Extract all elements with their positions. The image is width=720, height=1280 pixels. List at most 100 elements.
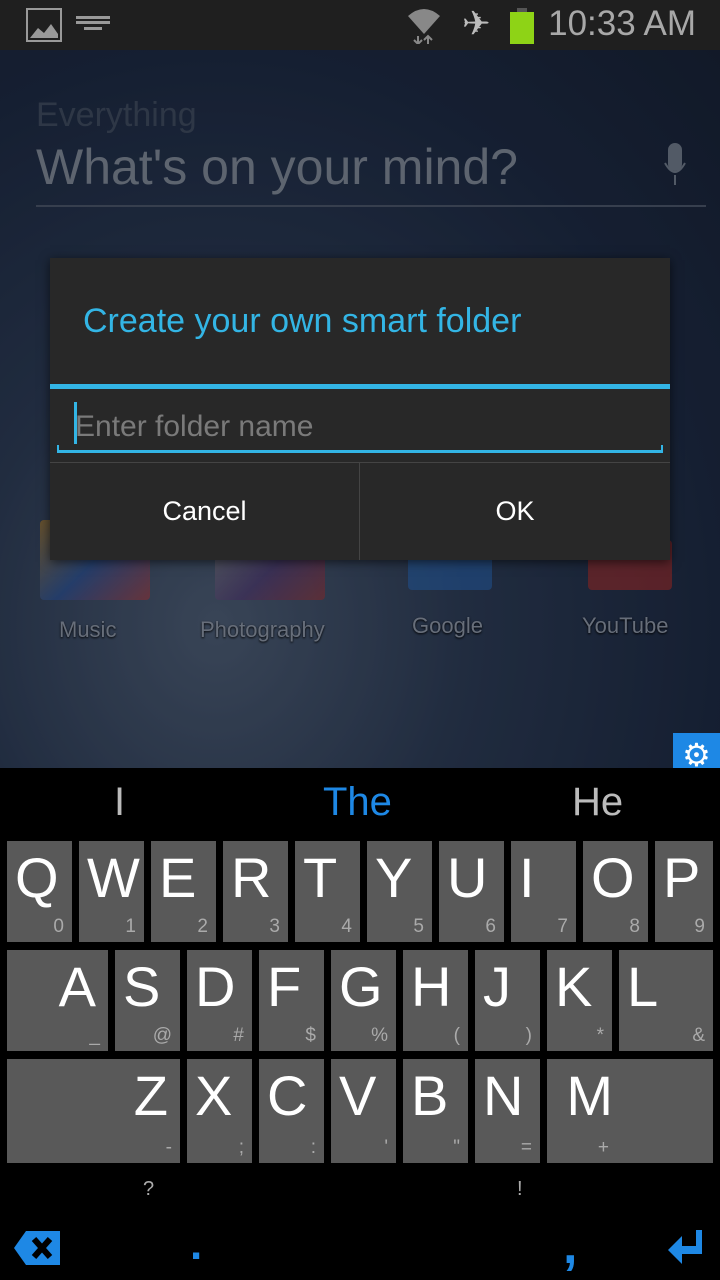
key-label: T bbox=[303, 846, 338, 909]
key-alt-label: ) bbox=[525, 1025, 532, 1046]
key-r[interactable]: R3 bbox=[223, 841, 288, 942]
key-o[interactable]: O8 bbox=[583, 841, 648, 942]
key-label: M bbox=[566, 1064, 613, 1127]
key-alt-label: + bbox=[597, 1137, 609, 1158]
suggestion-he[interactable]: He bbox=[572, 780, 623, 825]
key-label: U bbox=[447, 846, 488, 909]
key-c[interactable]: C: bbox=[259, 1059, 324, 1163]
key-t[interactable]: T4 bbox=[295, 841, 360, 942]
key-p[interactable]: P9 bbox=[655, 841, 713, 942]
suggestion-i[interactable]: I bbox=[114, 780, 125, 825]
key-alt-label: 0 bbox=[53, 916, 64, 937]
key-alt-label: = bbox=[520, 1137, 532, 1158]
key-alt-label: - bbox=[165, 1137, 172, 1158]
key-g[interactable]: G% bbox=[331, 950, 396, 1051]
keyboard: I The He Q 0 W 1 E 2 R 3 T 4 Y 5 U 6 I 7 O 8 P 9 A _ S @ D # F $ G% H… bbox=[0, 768, 720, 1280]
wifi-icon bbox=[408, 9, 440, 44]
hint-exclamation: ! bbox=[517, 1178, 523, 1200]
key-alt-label: $ bbox=[305, 1025, 316, 1046]
title-divider bbox=[50, 384, 670, 389]
key-label: K bbox=[555, 955, 593, 1018]
dialog-title: Create your own smart folder bbox=[83, 302, 522, 340]
key-alt-label: 7 bbox=[557, 916, 568, 937]
key-v[interactable]: V ' bbox=[331, 1059, 396, 1163]
key-alt-label: 2 bbox=[197, 916, 208, 937]
key-k[interactable]: K * bbox=[547, 950, 612, 1051]
key-label: O bbox=[591, 846, 635, 909]
key-j[interactable]: J) bbox=[475, 950, 540, 1051]
enter-icon[interactable] bbox=[668, 1230, 704, 1264]
key-a[interactable]: A _ bbox=[7, 950, 108, 1051]
cancel-button[interactable]: Cancel bbox=[50, 463, 359, 560]
key-label: F bbox=[267, 955, 302, 1018]
input-underline bbox=[57, 450, 663, 453]
key-label: E bbox=[159, 846, 197, 909]
key-alt-label: : bbox=[310, 1137, 316, 1158]
key-alt-label: ( bbox=[453, 1025, 460, 1046]
key-label: G bbox=[339, 955, 383, 1018]
key-alt-label: 6 bbox=[485, 916, 496, 937]
key-alt-label: ' bbox=[384, 1137, 388, 1158]
key-label: D bbox=[195, 955, 236, 1018]
key-alt-label: & bbox=[692, 1025, 705, 1046]
key-label: X bbox=[195, 1064, 233, 1127]
key-alt-label: _ bbox=[89, 1025, 100, 1046]
folder-name-placeholder: Enter folder name bbox=[75, 410, 314, 443]
key-m[interactable]: M + bbox=[547, 1059, 713, 1163]
key-b[interactable]: B " bbox=[403, 1059, 468, 1163]
key-z[interactable]: Z- bbox=[7, 1059, 180, 1163]
key-label: J bbox=[483, 955, 511, 1018]
comma-key[interactable]: , bbox=[563, 1216, 577, 1276]
key-alt-label: ; bbox=[238, 1137, 244, 1158]
key-alt-label: 4 bbox=[341, 916, 352, 937]
airplane-mode-icon: ✈ bbox=[462, 5, 491, 43]
key-u[interactable]: U6 bbox=[439, 841, 504, 942]
create-folder-dialog: Create your own smart folder Enter folde… bbox=[50, 258, 670, 560]
ok-button[interactable]: OK bbox=[360, 463, 670, 560]
status-bar: ✈ 10:33 AM bbox=[0, 0, 720, 50]
key-e[interactable]: E2 bbox=[151, 841, 216, 942]
key-label: W bbox=[87, 846, 140, 909]
input-underline-right-tick bbox=[661, 445, 663, 453]
key-s[interactable]: S @ bbox=[115, 950, 180, 1051]
key-label: I bbox=[519, 846, 535, 909]
key-alt-label: 8 bbox=[629, 916, 640, 937]
key-alt-label: 9 bbox=[694, 916, 705, 937]
key-w[interactable]: W1 bbox=[79, 841, 144, 942]
key-d[interactable]: D # bbox=[187, 950, 252, 1051]
key-label: N bbox=[483, 1064, 524, 1127]
key-n[interactable]: N = bbox=[475, 1059, 540, 1163]
key-x[interactable]: X; bbox=[187, 1059, 252, 1163]
key-label: Y bbox=[375, 846, 413, 909]
suggestion-the[interactable]: The bbox=[323, 780, 392, 825]
key-label: V bbox=[339, 1064, 377, 1127]
key-label: C bbox=[267, 1064, 308, 1127]
key-l[interactable]: L & bbox=[619, 950, 713, 1051]
key-label: H bbox=[411, 955, 452, 1018]
period-key[interactable]: . bbox=[190, 1220, 202, 1270]
input-underline-left-tick bbox=[57, 445, 59, 453]
key-alt-label: 1 bbox=[125, 916, 136, 937]
gallery-notification-icon bbox=[26, 8, 62, 42]
key-alt-label: % bbox=[371, 1025, 388, 1046]
key-label: Z bbox=[133, 1064, 168, 1127]
hint-question-mark: ? bbox=[143, 1178, 155, 1200]
clock: 10:33 AM bbox=[548, 4, 696, 43]
key-h[interactable]: H( bbox=[403, 950, 468, 1051]
key-f[interactable]: F $ bbox=[259, 950, 324, 1051]
key-label: Q bbox=[15, 846, 59, 909]
key-alt-label: 3 bbox=[269, 916, 280, 937]
key-alt-label: 5 bbox=[413, 916, 424, 937]
key-label: A bbox=[58, 955, 96, 1018]
key-alt-label: " bbox=[453, 1137, 460, 1158]
key-alt-label: @ bbox=[152, 1025, 172, 1046]
key-label: R bbox=[231, 846, 272, 909]
key-y[interactable]: Y5 bbox=[367, 841, 432, 942]
key-label: S bbox=[123, 955, 161, 1018]
keyboard-notification-icon bbox=[76, 16, 110, 30]
key-i[interactable]: I7 bbox=[511, 841, 576, 942]
key-label: P bbox=[663, 846, 701, 909]
folder-name-input[interactable]: Enter folder name bbox=[57, 398, 663, 456]
key-q[interactable]: Q0 bbox=[7, 841, 72, 942]
backspace-icon[interactable] bbox=[14, 1231, 62, 1265]
